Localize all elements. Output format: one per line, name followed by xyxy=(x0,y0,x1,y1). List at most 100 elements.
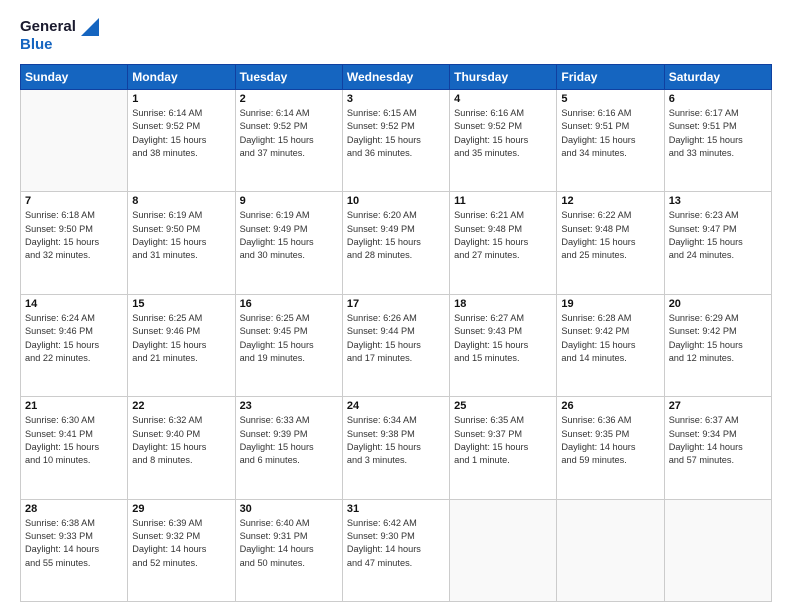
calendar-cell: 22Sunrise: 6:32 AM Sunset: 9:40 PM Dayli… xyxy=(128,397,235,499)
day-info: Sunrise: 6:40 AM Sunset: 9:31 PM Dayligh… xyxy=(240,517,338,570)
day-info: Sunrise: 6:20 AM Sunset: 9:49 PM Dayligh… xyxy=(347,209,445,262)
calendar-cell xyxy=(557,499,664,601)
calendar-cell: 10Sunrise: 6:20 AM Sunset: 9:49 PM Dayli… xyxy=(342,192,449,294)
logo-text: General Blue xyxy=(20,18,100,54)
day-info: Sunrise: 6:25 AM Sunset: 9:45 PM Dayligh… xyxy=(240,312,338,365)
day-info: Sunrise: 6:42 AM Sunset: 9:30 PM Dayligh… xyxy=(347,517,445,570)
calendar-week-row: 21Sunrise: 6:30 AM Sunset: 9:41 PM Dayli… xyxy=(21,397,772,499)
page: General Blue SundayMondayTuesdayWednesda… xyxy=(0,0,792,612)
day-info: Sunrise: 6:34 AM Sunset: 9:38 PM Dayligh… xyxy=(347,414,445,467)
day-info: Sunrise: 6:35 AM Sunset: 9:37 PM Dayligh… xyxy=(454,414,552,467)
day-info: Sunrise: 6:18 AM Sunset: 9:50 PM Dayligh… xyxy=(25,209,123,262)
day-info: Sunrise: 6:36 AM Sunset: 9:35 PM Dayligh… xyxy=(561,414,659,467)
calendar-cell: 9Sunrise: 6:19 AM Sunset: 9:49 PM Daylig… xyxy=(235,192,342,294)
col-header-thursday: Thursday xyxy=(450,65,557,90)
calendar-cell: 16 Sunrise: 6:25 AM Sunset: 9:45 PM Dayli… xyxy=(235,294,342,396)
calendar-cell: 1Sunrise: 6:14 AM Sunset: 9:52 PM Daylig… xyxy=(128,90,235,192)
calendar-cell: 24 Sunrise: 6:34 AM Sunset: 9:38 PM Dayli… xyxy=(342,397,449,499)
day-info: Sunrise: 6:27 AM Sunset: 9:43 PM Dayligh… xyxy=(454,312,552,365)
day-info: Sunrise: 6:14 AM Sunset: 9:52 PM Dayligh… xyxy=(132,107,230,160)
calendar-cell: 6 Sunrise: 6:17 AM Sunset: 9:51 PM Daylig… xyxy=(664,90,771,192)
day-number: 6 xyxy=(669,93,767,105)
day-number: 18 xyxy=(454,298,552,310)
day-info: Sunrise: 6:33 AM Sunset: 9:39 PM Dayligh… xyxy=(240,414,338,467)
calendar-week-row: 7 Sunrise: 6:18 AM Sunset: 9:50 PM Daylig… xyxy=(21,192,772,294)
calendar-table: SundayMondayTuesdayWednesdayThursdayFrid… xyxy=(20,64,772,602)
calendar-cell: 12 Sunrise: 6:22 AM Sunset: 9:48 PM Dayli… xyxy=(557,192,664,294)
day-number: 28 xyxy=(25,503,123,515)
calendar-cell: 3 Sunrise: 6:15 AM Sunset: 9:52 PM Daylig… xyxy=(342,90,449,192)
col-header-sunday: Sunday xyxy=(21,65,128,90)
day-number: 20 xyxy=(669,298,767,310)
day-info: Sunrise: 6:15 AM Sunset: 9:52 PM Dayligh… xyxy=(347,107,445,160)
day-number: 7 xyxy=(25,195,123,207)
day-number: 15 xyxy=(132,298,230,310)
calendar-cell: 21Sunrise: 6:30 AM Sunset: 9:41 PM Dayli… xyxy=(21,397,128,499)
calendar-week-row: 14 Sunrise: 6:24 AM Sunset: 9:46 PM Dayli… xyxy=(21,294,772,396)
col-header-friday: Friday xyxy=(557,65,664,90)
day-number: 31 xyxy=(347,503,445,515)
day-number: 17 xyxy=(347,298,445,310)
day-number: 4 xyxy=(454,93,552,105)
calendar-cell: 4 Sunrise: 6:16 AM Sunset: 9:52 PM Daylig… xyxy=(450,90,557,192)
col-header-saturday: Saturday xyxy=(664,65,771,90)
day-number: 30 xyxy=(240,503,338,515)
day-info: Sunrise: 6:22 AM Sunset: 9:48 PM Dayligh… xyxy=(561,209,659,262)
day-info: Sunrise: 6:19 AM Sunset: 9:49 PM Dayligh… xyxy=(240,209,338,262)
day-info: Sunrise: 6:16 AM Sunset: 9:52 PM Dayligh… xyxy=(454,107,552,160)
day-number: 8 xyxy=(132,195,230,207)
calendar-cell: 18 Sunrise: 6:27 AM Sunset: 9:43 PM Dayli… xyxy=(450,294,557,396)
day-info: Sunrise: 6:38 AM Sunset: 9:33 PM Dayligh… xyxy=(25,517,123,570)
day-info: Sunrise: 6:32 AM Sunset: 9:40 PM Dayligh… xyxy=(132,414,230,467)
calendar-cell: 14 Sunrise: 6:24 AM Sunset: 9:46 PM Dayli… xyxy=(21,294,128,396)
day-info: Sunrise: 6:25 AM Sunset: 9:46 PM Dayligh… xyxy=(132,312,230,365)
day-info: Sunrise: 6:24 AM Sunset: 9:46 PM Dayligh… xyxy=(25,312,123,365)
calendar-cell: 5 Sunrise: 6:16 AM Sunset: 9:51 PM Daylig… xyxy=(557,90,664,192)
col-header-wednesday: Wednesday xyxy=(342,65,449,90)
day-number: 14 xyxy=(25,298,123,310)
calendar-cell: 29 Sunrise: 6:39 AM Sunset: 9:32 PM Dayli… xyxy=(128,499,235,601)
calendar-cell xyxy=(21,90,128,192)
day-number: 27 xyxy=(669,400,767,412)
calendar-cell: 31 Sunrise: 6:42 AM Sunset: 9:30 PM Dayli… xyxy=(342,499,449,601)
day-info: Sunrise: 6:39 AM Sunset: 9:32 PM Dayligh… xyxy=(132,517,230,570)
calendar-cell: 15 Sunrise: 6:25 AM Sunset: 9:46 PM Dayli… xyxy=(128,294,235,396)
day-info: Sunrise: 6:37 AM Sunset: 9:34 PM Dayligh… xyxy=(669,414,767,467)
calendar-cell: 2 Sunrise: 6:14 AM Sunset: 9:52 PM Daylig… xyxy=(235,90,342,192)
calendar-cell: 11Sunrise: 6:21 AM Sunset: 9:48 PM Dayli… xyxy=(450,192,557,294)
day-number: 24 xyxy=(347,400,445,412)
calendar-cell: 28 Sunrise: 6:38 AM Sunset: 9:33 PM Dayli… xyxy=(21,499,128,601)
calendar-cell: 13Sunrise: 6:23 AM Sunset: 9:47 PM Dayli… xyxy=(664,192,771,294)
day-number: 5 xyxy=(561,93,659,105)
day-number: 12 xyxy=(561,195,659,207)
calendar-cell: 25Sunrise: 6:35 AM Sunset: 9:37 PM Dayli… xyxy=(450,397,557,499)
calendar-cell: 20 Sunrise: 6:29 AM Sunset: 9:42 PM Dayli… xyxy=(664,294,771,396)
day-number: 16 xyxy=(240,298,338,310)
calendar-cell: 27 Sunrise: 6:37 AM Sunset: 9:34 PM Dayli… xyxy=(664,397,771,499)
calendar-cell xyxy=(450,499,557,601)
calendar-cell: 8 Sunrise: 6:19 AM Sunset: 9:50 PM Daylig… xyxy=(128,192,235,294)
calendar-week-row: 1Sunrise: 6:14 AM Sunset: 9:52 PM Daylig… xyxy=(21,90,772,192)
day-info: Sunrise: 6:21 AM Sunset: 9:48 PM Dayligh… xyxy=(454,209,552,262)
day-number: 2 xyxy=(240,93,338,105)
col-header-tuesday: Tuesday xyxy=(235,65,342,90)
day-info: Sunrise: 6:19 AM Sunset: 9:50 PM Dayligh… xyxy=(132,209,230,262)
day-info: Sunrise: 6:30 AM Sunset: 9:41 PM Dayligh… xyxy=(25,414,123,467)
day-number: 3 xyxy=(347,93,445,105)
calendar-cell xyxy=(664,499,771,601)
day-info: Sunrise: 6:17 AM Sunset: 9:51 PM Dayligh… xyxy=(669,107,767,160)
day-info: Sunrise: 6:14 AM Sunset: 9:52 PM Dayligh… xyxy=(240,107,338,160)
calendar-cell: 19Sunrise: 6:28 AM Sunset: 9:42 PM Dayli… xyxy=(557,294,664,396)
day-info: Sunrise: 6:29 AM Sunset: 9:42 PM Dayligh… xyxy=(669,312,767,365)
day-number: 13 xyxy=(669,195,767,207)
day-number: 19 xyxy=(561,298,659,310)
calendar-cell: 17 Sunrise: 6:26 AM Sunset: 9:44 PM Dayli… xyxy=(342,294,449,396)
day-number: 23 xyxy=(240,400,338,412)
day-number: 29 xyxy=(132,503,230,515)
day-info: Sunrise: 6:16 AM Sunset: 9:51 PM Dayligh… xyxy=(561,107,659,160)
calendar-week-row: 28 Sunrise: 6:38 AM Sunset: 9:33 PM Dayli… xyxy=(21,499,772,601)
day-info: Sunrise: 6:26 AM Sunset: 9:44 PM Dayligh… xyxy=(347,312,445,365)
calendar-cell: 23 Sunrise: 6:33 AM Sunset: 9:39 PM Dayli… xyxy=(235,397,342,499)
logo: General Blue xyxy=(20,18,100,54)
calendar-cell: 7 Sunrise: 6:18 AM Sunset: 9:50 PM Daylig… xyxy=(21,192,128,294)
